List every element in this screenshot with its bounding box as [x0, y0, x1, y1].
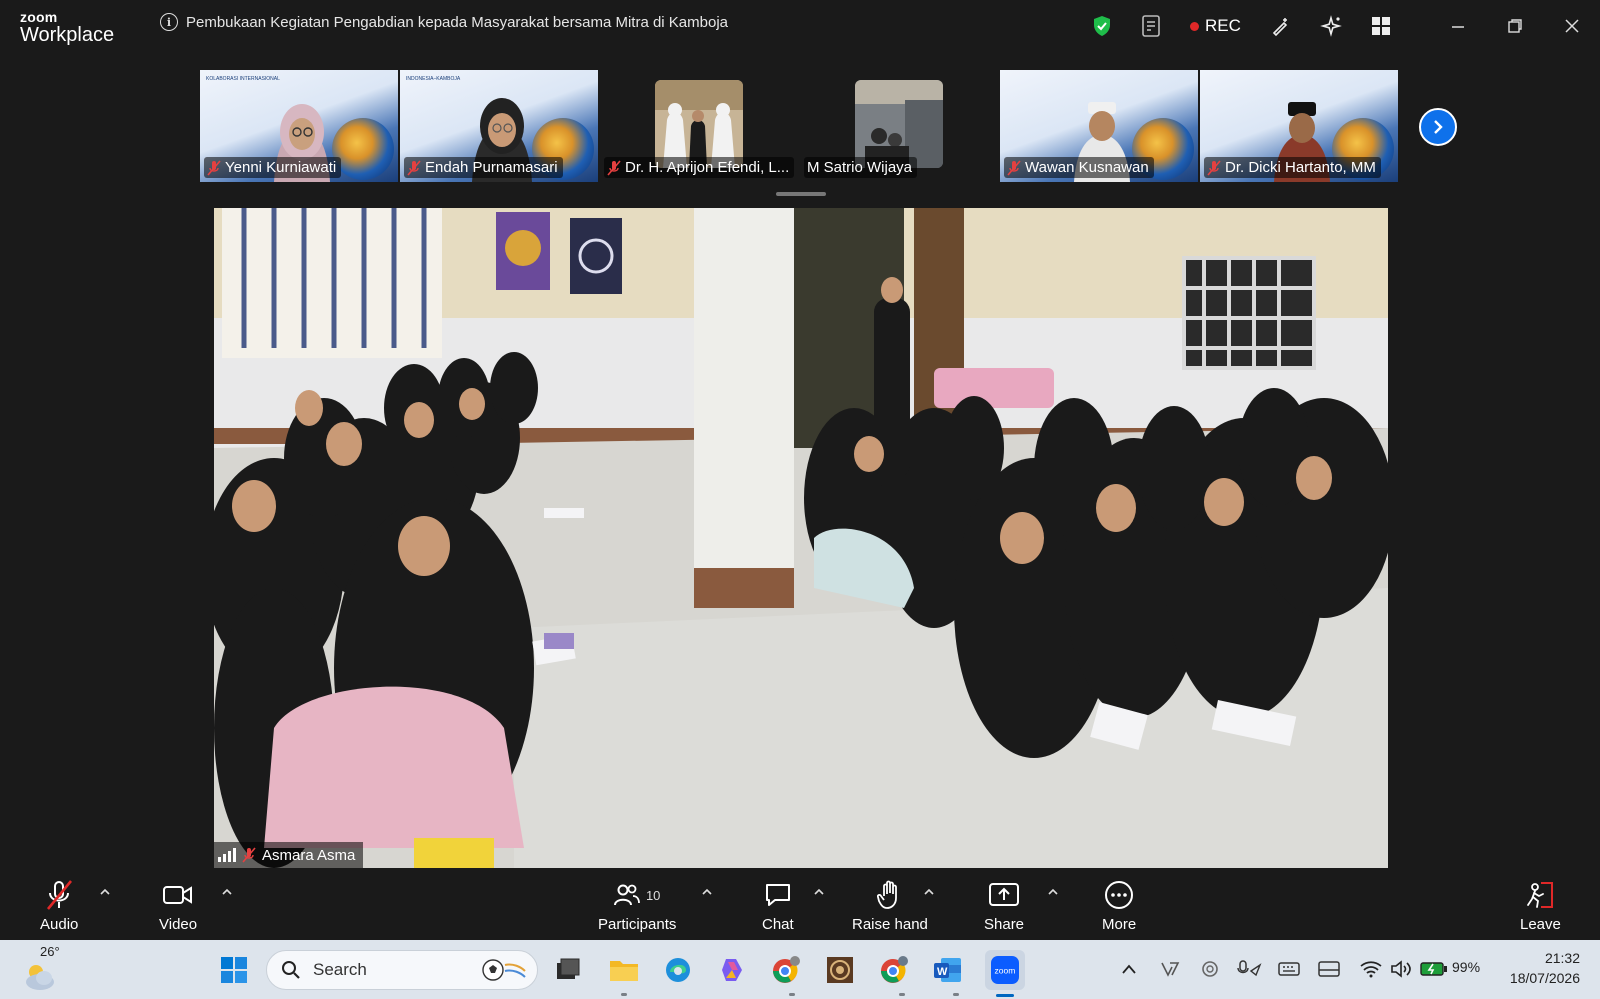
windows-taskbar: 26° Search W zoom 99% 21:32 18/07/2026: [0, 940, 1600, 999]
display-tray-icon[interactable]: [1318, 958, 1340, 980]
share-screen-button[interactable]: Share: [984, 878, 1024, 933]
leave-meeting-button[interactable]: Leave: [1520, 878, 1561, 933]
participant-video: [655, 80, 743, 168]
next-page-arrow-icon[interactable]: [1419, 108, 1457, 146]
sync-tray-icon[interactable]: [1200, 958, 1220, 980]
recording-indicator[interactable]: REC: [1190, 16, 1241, 36]
participant-tile[interactable]: KOLABORASI INTERNASIONAL Yenni Kurniawat…: [200, 70, 398, 182]
meeting-info[interactable]: i Pembukaan Kegiatan Pengabdian kepada M…: [160, 13, 728, 31]
close-icon[interactable]: [1560, 14, 1584, 38]
windows-start-icon[interactable]: [214, 950, 254, 990]
search-icon: [282, 961, 300, 979]
chat-options-chevron-up-icon[interactable]: [812, 886, 826, 896]
audio-button[interactable]: Audio: [40, 878, 78, 933]
recording-dot-icon: [1190, 21, 1199, 31]
svg-text:W: W: [937, 966, 948, 978]
video-button[interactable]: Video: [159, 878, 197, 933]
participants-icon: [613, 884, 640, 906]
restore-icon[interactable]: [1503, 14, 1527, 38]
meeting-summary-icon[interactable]: [1140, 12, 1164, 40]
meeting-title: Pembukaan Kegiatan Pengabdian kepada Mas…: [186, 13, 728, 31]
participant-tile[interactable]: M Satrio Wijaya: [800, 70, 998, 182]
video-options-chevron-up-icon[interactable]: [220, 886, 234, 896]
gallery-resize-handle[interactable]: [776, 192, 826, 196]
battery-percentage: 99%: [1452, 959, 1481, 975]
word-icon[interactable]: W: [928, 950, 968, 990]
chrome-profile-icon[interactable]: [874, 950, 914, 990]
muted-microphone-icon: [47, 880, 73, 910]
chat-bubble-icon: [765, 884, 790, 906]
keyboard-tray-icon[interactable]: [1278, 958, 1300, 980]
system-clock[interactable]: 21:32 18/07/2026: [1498, 948, 1580, 988]
annotate-pen-icon[interactable]: [1269, 12, 1293, 40]
chrome-browser-icon[interactable]: [766, 950, 806, 990]
participant-name-tag: Yenni Kurniawati: [204, 157, 342, 178]
title-bar: zoom Workplace i Pembukaan Kegiatan Peng…: [0, 0, 1600, 56]
audio-options-chevron-up-icon[interactable]: [98, 886, 112, 896]
connection-signal-icon: [218, 848, 236, 862]
muted-mic-icon: [207, 159, 221, 176]
security-shield-icon[interactable]: [1090, 12, 1114, 40]
participant-tile[interactable]: Wawan Kusnawan: [1000, 70, 1198, 182]
muted-mic-icon: [1207, 159, 1221, 176]
active-speaker-video: [214, 208, 1388, 868]
participant-tile[interactable]: Dr. H. Aprijon Efendi, L...: [600, 70, 798, 182]
raise-hand-icon: [876, 880, 897, 909]
microphone-in-use-icon[interactable]: [1236, 958, 1262, 980]
svg-text:zoom: zoom: [995, 966, 1016, 976]
meeting-controls-bar: Audio Video 10 Participants Chat Raise h…: [0, 868, 1600, 940]
taskbar-search-input[interactable]: Search: [266, 950, 538, 990]
raise-hand-button[interactable]: Raise hand: [852, 878, 928, 933]
copilot-icon[interactable]: [712, 950, 752, 990]
muted-mic-icon: [607, 159, 621, 176]
leave-door-icon: [1527, 882, 1554, 908]
file-explorer-icon[interactable]: [604, 950, 644, 990]
search-highlight-soccer-icon: [482, 959, 526, 981]
battery-charging-icon[interactable]: [1420, 958, 1448, 980]
volume-icon[interactable]: [1390, 958, 1412, 980]
more-button[interactable]: More: [1102, 878, 1136, 933]
cloudy-weather-icon: [26, 965, 54, 990]
chat-button[interactable]: Chat: [762, 878, 794, 933]
participants-count: 10: [645, 887, 661, 903]
participants-options-chevron-up-icon[interactable]: [700, 886, 714, 896]
participant-name-tag: Dr. H. Aprijon Efendi, L...: [604, 157, 794, 178]
more-ellipsis-icon: [1105, 881, 1134, 909]
participant-video: [855, 80, 943, 168]
info-icon[interactable]: i: [160, 13, 178, 31]
ai-companion-icon[interactable]: [1319, 12, 1343, 40]
share-options-chevron-up-icon[interactable]: [1046, 886, 1060, 896]
apps-grid-icon[interactable]: [1369, 12, 1393, 40]
video-camera-icon: [163, 886, 193, 904]
edge-browser-icon[interactable]: [658, 950, 698, 990]
participant-tile[interactable]: INDONESIA–KAMBOJA Endah Purnamasari: [400, 70, 598, 182]
participant-name-tag: M Satrio Wijaya: [804, 157, 918, 178]
active-speaker-name-tag: Asmara Asma: [214, 842, 364, 868]
muted-mic-icon: [1007, 159, 1021, 176]
participants-button[interactable]: 10 Participants: [598, 878, 676, 933]
participant-tile[interactable]: Dr. Dicki Hartanto, MM: [1200, 70, 1398, 182]
share-screen-icon: [989, 883, 1020, 906]
globe-image: [332, 118, 394, 180]
task-view-icon[interactable]: [548, 950, 588, 990]
show-hidden-icons-chevron-up-icon[interactable]: [1122, 958, 1136, 980]
participant-name-tag: Wawan Kusnawan: [1004, 157, 1154, 178]
muted-mic-icon: [407, 159, 421, 176]
weather-widget[interactable]: 26°: [22, 944, 62, 994]
zoom-logo: zoom Workplace: [20, 9, 115, 46]
minimize-icon[interactable]: [1446, 14, 1470, 38]
participant-name-tag: Endah Purnamasari: [404, 157, 563, 178]
reactions-options-chevron-up-icon[interactable]: [922, 886, 936, 896]
vpn-tray-icon[interactable]: [1160, 958, 1180, 980]
pinned-app-icon[interactable]: [820, 950, 860, 990]
muted-mic-icon: [242, 847, 256, 863]
participant-name-tag: Dr. Dicki Hartanto, MM: [1204, 157, 1381, 178]
wifi-icon[interactable]: [1360, 958, 1382, 980]
zoom-app-icon[interactable]: zoom: [985, 950, 1025, 990]
